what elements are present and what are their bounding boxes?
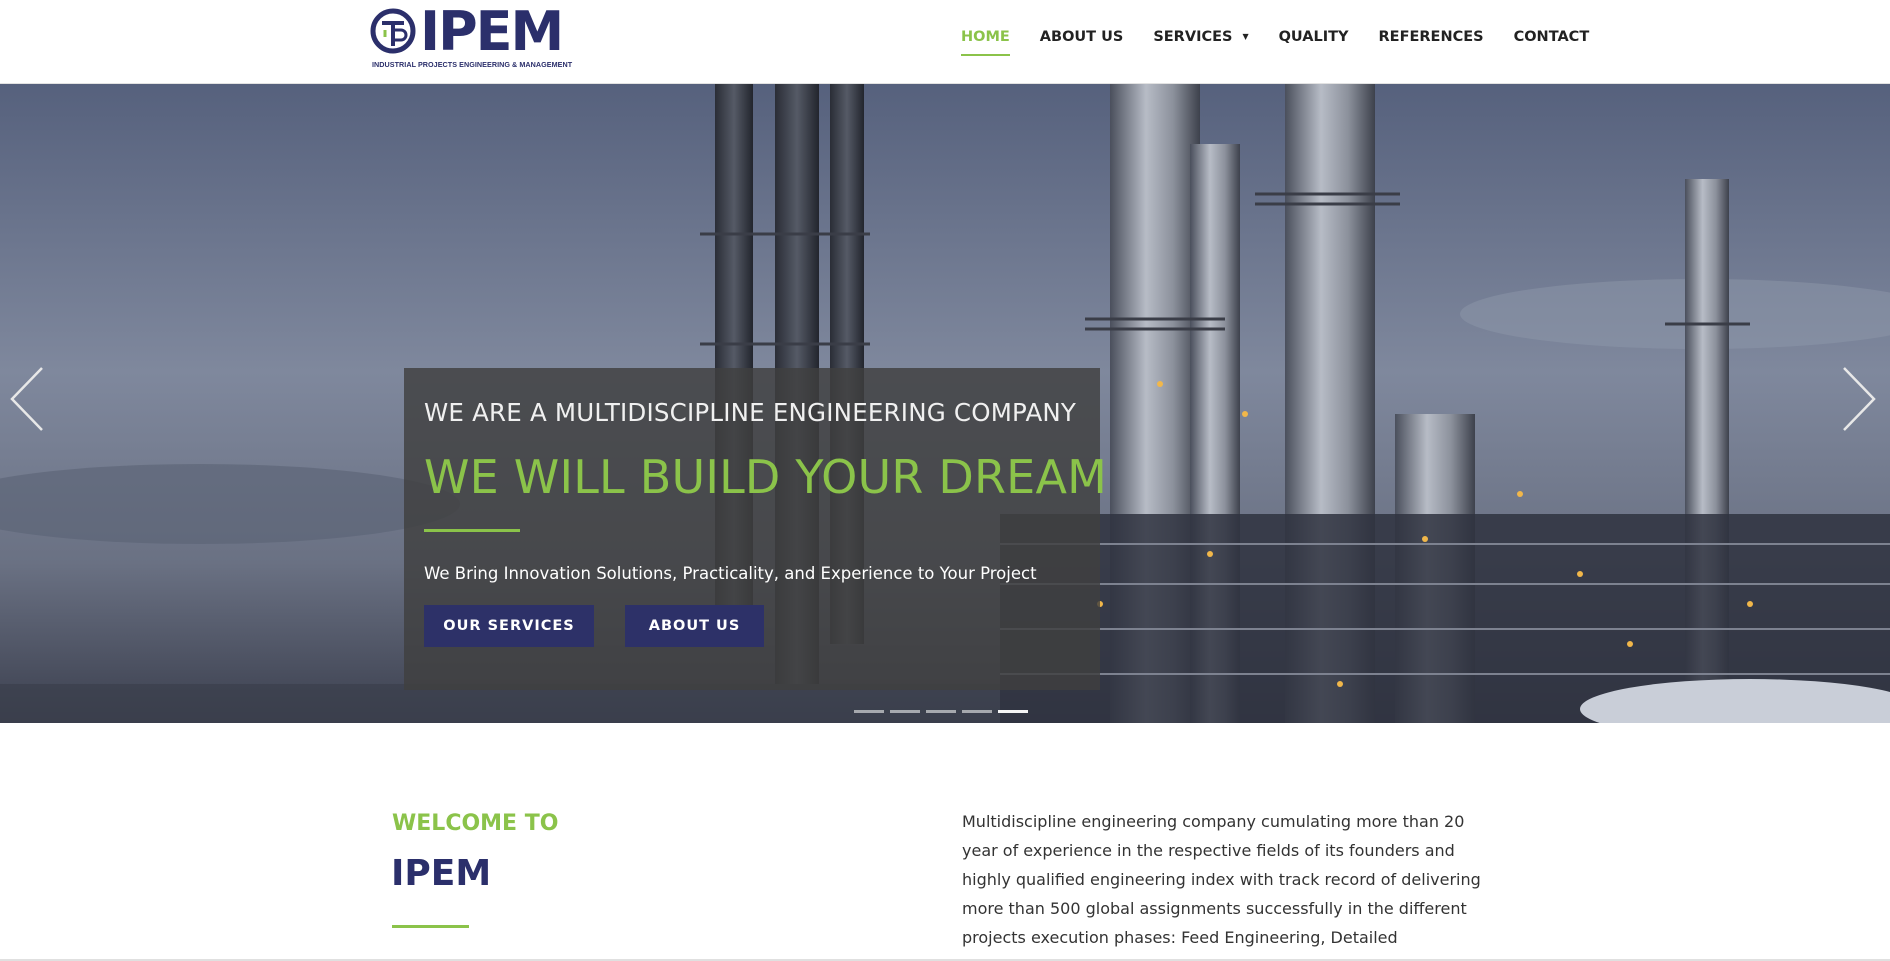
chevron-right-icon[interactable] (1838, 364, 1878, 434)
hero-divider (424, 529, 520, 532)
slider-dot-1[interactable] (854, 710, 884, 713)
chevron-left-icon[interactable] (8, 364, 48, 434)
main-nav: HOME ABOUT US SERVICES ▼ QUALITY REFERENC… (961, 26, 1590, 56)
welcome-divider (392, 925, 469, 928)
our-services-button[interactable]: OUR SERVICES (424, 605, 594, 647)
nav-contact[interactable]: CONTACT (1514, 26, 1590, 50)
logo-tagline: INDUSTRIAL PROJECTS ENGINEERING & MANAGE… (372, 60, 573, 69)
hero-slider: WE ARE A MULTIDISCIPLINE ENGINEERING COM… (0, 84, 1890, 723)
caret-down-icon: ▼ (1242, 32, 1249, 41)
hero-text: We Bring Innovation Solutions, Practical… (424, 564, 1037, 583)
nav-about-us[interactable]: ABOUT US (1040, 26, 1124, 50)
slider-dot-5[interactable] (998, 710, 1028, 713)
about-us-button[interactable]: ABOUT US (625, 605, 764, 647)
nav-services-label: SERVICES (1153, 29, 1233, 45)
slider-dot-2[interactable] (890, 710, 920, 713)
welcome-body: Multidiscipline engineering company cumu… (962, 812, 1481, 961)
hero-title: WE WILL BUILD YOUR DREAM (424, 450, 1108, 504)
ipem-emblem-icon (370, 8, 416, 54)
slider-dot-4[interactable] (962, 710, 992, 713)
slider-dot-3[interactable] (926, 710, 956, 713)
site-header: IPEM INDUSTRIAL PROJECTS ENGINEERING & M… (0, 0, 1890, 84)
nav-references[interactable]: REFERENCES (1379, 26, 1484, 50)
slider-pagination (854, 710, 1028, 713)
hero-subtitle: WE ARE A MULTIDISCIPLINE ENGINEERING COM… (424, 398, 1077, 427)
welcome-title: IPEM (391, 853, 492, 894)
nav-services[interactable]: SERVICES ▼ (1153, 26, 1248, 50)
nav-quality[interactable]: QUALITY (1279, 26, 1349, 50)
welcome-section: WELCOME TO IPEM Multidiscipline engineer… (0, 723, 1890, 961)
ipem-logo[interactable]: IPEM INDUSTRIAL PROJECTS ENGINEERING & M… (370, 2, 594, 72)
nav-home[interactable]: HOME (961, 26, 1010, 56)
welcome-kicker: WELCOME TO (392, 811, 559, 836)
logo-wordmark: IPEM (420, 0, 564, 63)
hero-caption: WE ARE A MULTIDISCIPLINE ENGINEERING COM… (404, 368, 1107, 690)
